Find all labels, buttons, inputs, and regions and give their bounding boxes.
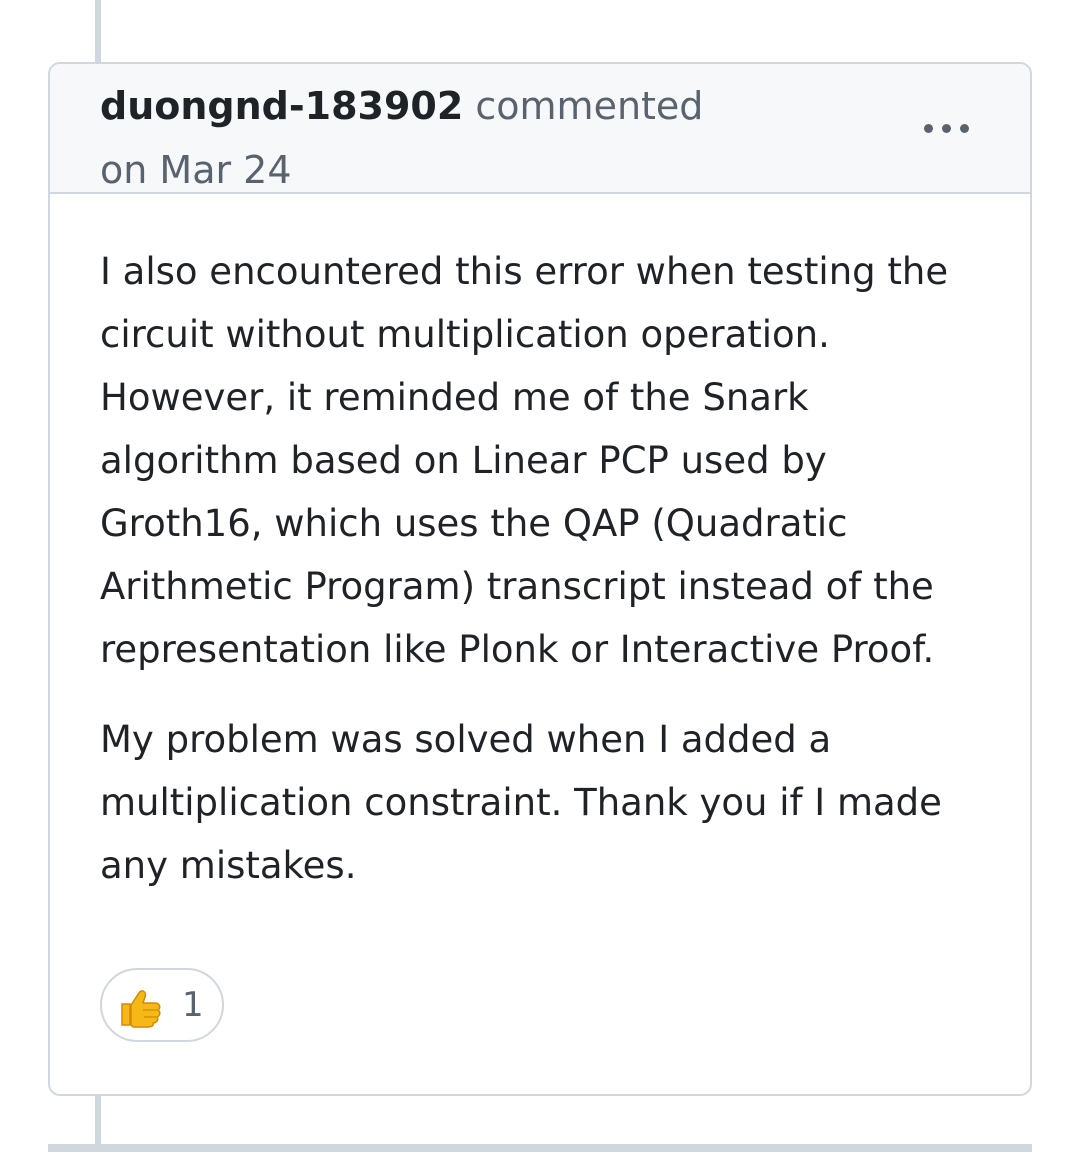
reaction-count: 1: [182, 985, 204, 1025]
comment-card: duongnd-183902 commented on Mar 24 I als…: [48, 62, 1032, 1096]
comment-paragraph: My problem was solved when I added a mul…: [100, 718, 942, 887]
timeline-connector-top: [95, 0, 101, 64]
timeline-connector-bottom: [95, 1094, 101, 1147]
thumbs-up-reaction-button[interactable]: 1: [100, 968, 224, 1042]
kebab-horizontal-icon-dot: [959, 123, 969, 133]
comment-author-link[interactable]: duongnd-183902: [100, 84, 463, 128]
comment-body: I also encountered this error when testi…: [100, 240, 990, 924]
comment-paragraph: I also encountered this error when testi…: [100, 250, 949, 671]
comment-more-options-button[interactable]: [916, 108, 976, 148]
comment-timestamp-link[interactable]: on Mar 24: [100, 148, 292, 192]
timeline-divider: [48, 1144, 1032, 1152]
kebab-horizontal-icon-dot: [941, 123, 951, 133]
thumbs-up-icon: [121, 990, 161, 1028]
comment-meta: duongnd-183902 commented on Mar 24: [100, 74, 880, 202]
comment-header: duongnd-183902 commented on Mar 24: [50, 64, 1030, 194]
comment-action: commented: [475, 84, 704, 128]
kebab-horizontal-icon: [923, 123, 933, 133]
